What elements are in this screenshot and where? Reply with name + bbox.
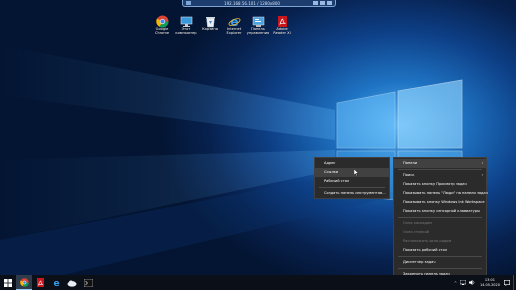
system-tray: ^ 13:01 14.05.2020 (454, 275, 516, 290)
desktop-icon-chrome[interactable]: Google Chrome (150, 13, 174, 35)
chrome-icon (155, 13, 169, 28)
this-pc-icon (180, 13, 193, 27)
restore-icon[interactable] (319, 1, 325, 5)
menu-item-people[interactable]: Показывать панель "Люди" на панели задач (394, 189, 488, 198)
menu-separator (398, 217, 482, 218)
clock[interactable]: 13:01 14.05.2020 (480, 278, 500, 287)
menu-item-show-desktop[interactable]: Показать рабочий стол (394, 246, 486, 255)
pin-icon[interactable] (186, 1, 191, 5)
clock-date: 14.05.2020 (479, 282, 500, 287)
desktop-icon-label: Этот компьютер (175, 27, 197, 36)
control-panel-icon (252, 13, 265, 27)
desktop-icon-internet-explorer[interactable]: e Internet Explorer (222, 13, 246, 35)
taskbar-app-internet-explorer[interactable]: e (48, 275, 64, 290)
menu-item-label: Показать кнопку Просмотр задач (403, 182, 467, 186)
chrome-icon (19, 277, 29, 287)
taskbar[interactable]: e ^ 13:01 14.05.2020 (0, 275, 516, 290)
menu-item-stacked: Окна стопкой (394, 228, 486, 237)
remote-connection-bar[interactable]: 192.168.56.101 / 1280x800 (182, 0, 336, 7)
menu-item-label: Показать рабочий стол (403, 248, 448, 252)
desktop-icon-acrobat-reader[interactable]: Adobe Reader XI (270, 13, 294, 35)
svg-text:e: e (53, 279, 59, 287)
desktop-icon-label: Панель управления (246, 27, 270, 36)
acrobat-reader-icon (36, 278, 44, 287)
desktop-icon-label: Google Chrome (154, 27, 170, 36)
menu-separator (398, 169, 482, 170)
mouse-cursor-icon (354, 169, 359, 176)
menu-item-address[interactable]: Адрес (315, 159, 389, 168)
cloud-icon (67, 280, 77, 287)
terminal-icon (83, 278, 93, 287)
desktop-icon-label: Adobe Reader XI (273, 27, 291, 36)
menu-separator (319, 187, 385, 188)
volume-icon[interactable] (468, 280, 475, 285)
menu-item-label: Рабочий стол (324, 179, 350, 183)
menu-item-links[interactable]: Ссылки (315, 168, 389, 177)
notifications-icon[interactable] (504, 279, 510, 286)
menu-item-search[interactable]: Поиск › (394, 171, 486, 180)
menu-separator (398, 268, 482, 269)
chevron-up-icon[interactable]: ^ (454, 281, 457, 285)
taskbar-app-cloud[interactable] (64, 275, 80, 290)
menu-item-side-by-side: Расположить окна рядом (394, 237, 486, 246)
internet-explorer-icon: e (53, 279, 59, 287)
desktop[interactable]: 192.168.56.101 / 1280x800 Google Chrome … (0, 0, 516, 290)
close-icon[interactable] (326, 1, 332, 5)
taskbar-app-chrome[interactable] (16, 275, 32, 290)
desktop-icon-recycle-bin[interactable]: Корзина (198, 13, 222, 35)
window-controls (312, 1, 332, 5)
menu-separator (398, 256, 482, 257)
recycle-bin-icon (204, 13, 217, 28)
network-icon[interactable] (459, 280, 466, 285)
menu-item-label: Поиск (403, 173, 415, 177)
internet-explorer-icon: e (228, 13, 241, 29)
menu-item-label: Показывать панель "Люди" на панели задач (403, 191, 488, 195)
menu-item-label: Показать кнопку сенсорной клавиатуры (403, 209, 480, 213)
desktop-icon-control-panel[interactable]: Панель управления (246, 13, 270, 35)
chevron-right-icon: › (481, 161, 483, 165)
desktop-icons: Google Chrome Этот компьютер Корзина e I… (150, 13, 294, 35)
menu-item-task-view[interactable]: Показать кнопку Просмотр задач (394, 180, 486, 189)
menu-item-label: Панели (403, 161, 418, 165)
menu-item-label: Показывать кнопку Windows Ink Workspace (403, 200, 485, 204)
menu-item-toolbars[interactable]: Панели › (394, 159, 486, 168)
desktop-icon-label: Internet Explorer (226, 27, 242, 36)
toolbars-submenu: Адрес Ссылки Рабочий стол Создать панель… (314, 157, 390, 199)
menu-item-label: Окна стопкой (403, 230, 430, 234)
taskbar-context-menu: Панели › Поиск › Показать кнопку Просмотр … (393, 157, 488, 285)
minimize-icon[interactable] (312, 1, 318, 5)
menu-item-label: Диспетчер задач (403, 260, 436, 264)
menu-item-cascade: Окна каскадом (394, 219, 486, 228)
taskbar-app-terminal[interactable] (80, 275, 96, 290)
windows-start-icon (4, 278, 12, 287)
taskbar-app-acrobat-reader[interactable] (32, 275, 48, 290)
svg-text:e: e (230, 15, 238, 28)
menu-item-label: Создать панель инструментов... (324, 191, 386, 195)
menu-item-touch-keyboard[interactable]: Показать кнопку сенсорной клавиатуры (394, 207, 486, 216)
menu-item-windows-ink[interactable]: Показывать кнопку Windows Ink Workspace (394, 198, 486, 207)
desktop-icon-this-pc[interactable]: Этот компьютер (174, 13, 198, 35)
menu-item-label: Расположить окна рядом (403, 239, 452, 243)
menu-item-desktop[interactable]: Рабочий стол (315, 177, 389, 186)
menu-item-new-toolbar[interactable]: Создать панель инструментов... (315, 189, 389, 198)
menu-item-label: Окна каскадом (403, 221, 432, 225)
menu-item-label: Адрес (324, 161, 336, 165)
remote-connection-title: 192.168.56.101 / 1280x800 (224, 0, 280, 6)
start-button[interactable] (0, 275, 16, 290)
chevron-right-icon: › (481, 173, 483, 177)
menu-item-task-manager[interactable]: Диспетчер задач (394, 258, 486, 267)
acrobat-reader-icon (276, 13, 289, 27)
menu-item-label: Ссылки (324, 170, 339, 174)
